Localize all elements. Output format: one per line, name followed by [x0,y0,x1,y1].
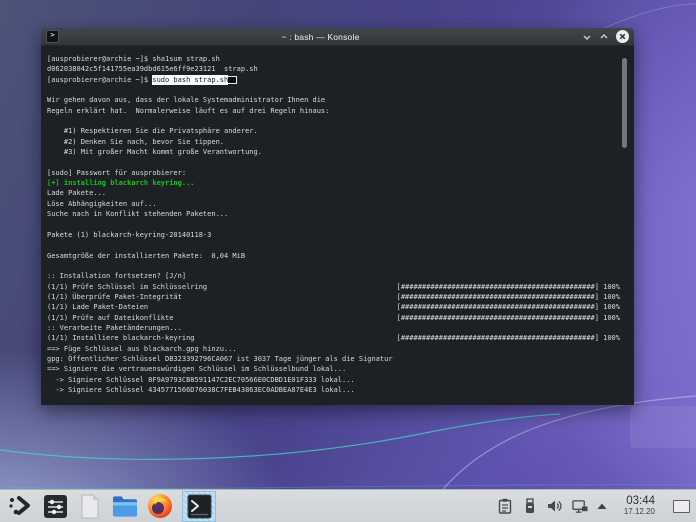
terminal-line: #2) Denken Sie nach, bevor Sie tippen. [47,137,620,147]
desktop-wallpaper: > ~ : bash — Konsole [ausprobierer@archi… [0,0,696,522]
terminal-line: #3) Mit großer Macht kommt große Verantw… [47,147,620,157]
window-title: ~ : bash — Konsole [59,32,582,42]
terminal-line: (1/1) Installiere blackarch-keyring[####… [47,333,620,343]
terminal-line: gpg: Öffentlicher Schlüssel DB323392796C… [47,354,620,364]
device-notifier-button[interactable] [522,498,538,514]
network-button[interactable] [572,498,588,514]
terminal-line: #1) Respektieren Sie die Privatsphäre an… [47,126,620,136]
firefox-icon [147,493,173,519]
terminal-line [47,220,620,230]
terminal-line: -> Signiere Schlüssel 4345771566D76038C7… [47,385,620,395]
terminal-line [47,116,620,126]
terminal-line: [ausprobierer@archie ~]$ sudo bash strap… [47,75,620,85]
network-icon [572,499,588,514]
digital-clock[interactable]: 03:44 17.12.20 [624,496,655,517]
terminal-line: -> Signiere Schlüssel 8F9A9793CB8591147C… [47,375,620,385]
document-icon [80,494,100,519]
window-titlebar[interactable]: > ~ : bash — Konsole [41,28,634,46]
file-manager-button[interactable] [112,493,138,519]
minimize-button[interactable] [582,33,592,41]
terminal-line: :: Installation fortsetzen? [J/n] [47,271,620,281]
terminal-line: Wir gehen davon aus, dass der lokale Sys… [47,95,620,105]
terminal-line: d062038042c5f141755ea39dbd615e6ff9e23121… [47,64,620,74]
clock-date: 17.12.20 [624,508,655,516]
application-launcher-button[interactable] [8,494,32,518]
terminal-line [47,157,620,167]
show-desktop-button[interactable] [673,500,690,513]
terminal-line: [+] installing blackarch keyring... [47,178,620,188]
close-button[interactable] [616,30,629,43]
terminal-line [47,85,620,95]
system-settings-button[interactable] [42,493,68,519]
file-manager-folder-icon [112,495,138,518]
document-button[interactable] [77,493,103,519]
terminal-line: :: Verarbeite Paketänderungen... [47,323,620,333]
terminal-line: Suche nach in Konflikt stehenden Paketen… [47,209,620,219]
konsole-window-icon: > [46,30,59,43]
clipboard-button[interactable] [497,498,513,514]
terminal-output[interactable]: [ausprobierer@archie ~]$ sha1sum strap.s… [41,46,634,405]
terminal-line: Pakete (1) blackarch-keyring-20140118-3 [47,230,620,240]
volume-icon [547,499,563,513]
terminal-lines: [ausprobierer@archie ~]$ sha1sum strap.s… [47,54,620,395]
terminal-line: [ausprobierer@archie ~]$ sha1sum strap.s… [47,54,620,64]
konsole-window: > ~ : bash — Konsole [ausprobierer@archi… [41,28,634,405]
terminal-line: ==> Füge Schlüssel aus blackarch.gpg hin… [47,344,620,354]
terminal-line: Gesamtgröße der installierten Pakete: 0,… [47,251,620,261]
system-settings-icon [43,494,68,519]
taskbar-panel: 03:44 17.12.20 [0,489,696,522]
konsole-task-button[interactable] [182,491,216,522]
expand-tray-icon [597,503,607,510]
terminal-line: (1/1) Prüfe Schlüssel im Schlüsselring[#… [47,282,620,292]
clipboard-icon [498,498,512,514]
volume-button[interactable] [547,498,563,514]
terminal-line: [sudo] Passwort für ausprobierer: [47,168,620,178]
maximize-button[interactable] [599,33,609,41]
device-notifier-icon [525,498,535,514]
terminal-line: Lade Pakete... [47,188,620,198]
terminal-line: (1/1) Prüfe auf Dateikonflikte[#########… [47,313,620,323]
terminal-line: Regeln erklärt hat. Normalerweise läuft … [47,106,620,116]
terminal-line: (1/1) Überprüfe Paket-Integrität[#######… [47,292,620,302]
terminal-line: (1/1) Lade Paket-Dateien[###############… [47,302,620,312]
firefox-button[interactable] [147,493,173,519]
expand-tray-button[interactable] [597,498,607,514]
terminal-line: Löse Abhängigkeiten auf... [47,199,620,209]
terminal-scrollbar[interactable] [622,58,627,148]
terminal-line [47,240,620,250]
konsole-icon [187,494,212,519]
system-tray: 03:44 17.12.20 [497,496,690,517]
clock-time: 03:44 [624,496,655,508]
application-launcher-icon [8,495,32,517]
terminal-line: ==> Signiere die vertrauenswürdigen Schl… [47,364,620,374]
terminal-line [47,261,620,271]
